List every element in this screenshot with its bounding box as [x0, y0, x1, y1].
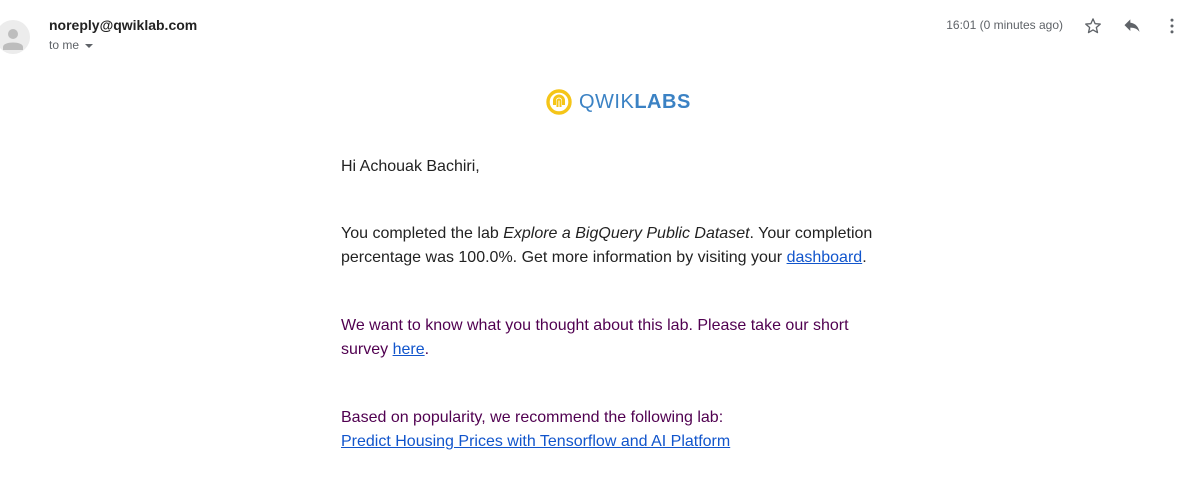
- qwiklabs-logo-icon: [546, 89, 572, 115]
- completion-suffix: .: [862, 249, 867, 266]
- completion-prefix: You completed the lab: [341, 225, 504, 242]
- completion-paragraph: You completed the lab Explore a BigQuery…: [341, 222, 881, 270]
- recommended-lab-link[interactable]: Predict Housing Prices with Tensorflow a…: [341, 433, 730, 450]
- chevron-down-icon[interactable]: [85, 44, 94, 48]
- recommendation-paragraph: Based on popularity, we recommend the fo…: [341, 406, 881, 454]
- sender-avatar[interactable]: [0, 18, 34, 56]
- recipient-line[interactable]: to me: [49, 38, 94, 52]
- dashboard-link[interactable]: dashboard: [787, 249, 863, 266]
- survey-link[interactable]: here: [393, 341, 425, 358]
- recommendation-text: Based on popularity, we recommend the fo…: [341, 409, 724, 426]
- recipient-label: to me: [49, 38, 80, 52]
- survey-paragraph: We want to know what you thought about t…: [341, 314, 881, 362]
- person-icon: [3, 29, 23, 50]
- survey-suffix: .: [424, 341, 430, 358]
- logo-text-light: QWIK: [579, 90, 635, 113]
- more-vertical-icon[interactable]: [1160, 14, 1184, 38]
- star-icon[interactable]: [1081, 14, 1105, 38]
- qwiklabs-logo: QWIKLABS: [545, 88, 691, 116]
- timestamp: 16:01 (0 minutes ago): [946, 18, 1063, 32]
- sender-address: noreply@qwiklab.com: [49, 17, 198, 33]
- greeting: Hi Achouak Bachiri,: [341, 158, 480, 175]
- lab-name: Explore a BigQuery Public Dataset: [503, 225, 750, 242]
- email-view: noreply@qwiklab.com to me 16:01 (0 minut…: [0, 0, 1204, 497]
- reply-icon[interactable]: [1120, 14, 1144, 38]
- logo-text-bold: LABS: [634, 90, 691, 113]
